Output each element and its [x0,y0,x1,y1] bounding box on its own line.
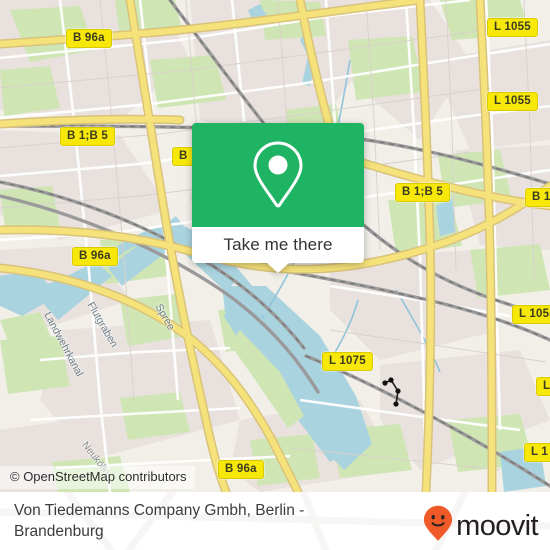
moovit-map-screen: B 96a B 1;B 5BB 96a B 96a L 1055 L 1055 B 1;B… [0,0,550,550]
road-shield: B 1;B 5 [395,183,451,202]
osm-attribution[interactable]: © OpenStreetMap contributors [0,466,195,489]
road-shield: B 1 [525,188,550,207]
bottom-info-bar: Von Tiedemanns Company Gmbh, Berlin - Br… [0,492,550,550]
road-shield: L 1055 [487,18,538,37]
road-shield: B 96a [72,247,118,266]
location-popup-card[interactable]: Take me there [192,123,364,273]
road-shield: L 1 [536,377,550,396]
moovit-smiley-pin-icon [423,505,453,546]
popup-pointer-tail [267,263,289,273]
place-title: Von Tiedemanns Company Gmbh, Berlin - Br… [14,502,305,540]
road-shield: L 1055 [512,305,550,324]
moovit-logo[interactable]: moovit [423,505,539,546]
popup-footer[interactable]: Take me there [192,227,364,273]
map-pin-icon [250,139,306,211]
road-shield: B 1;B 5 [60,127,116,146]
road-shield: L 1075 [322,352,373,371]
road-shield: L 1 [524,443,550,462]
take-me-there-button[interactable]: Take me there [223,236,332,254]
road-shield: L 1055 [487,92,538,111]
road-shield: B 96a [218,460,264,479]
road-shield: B 96a [66,29,112,48]
moovit-wordmark: moovit [456,509,538,542]
popup-header [192,123,364,227]
